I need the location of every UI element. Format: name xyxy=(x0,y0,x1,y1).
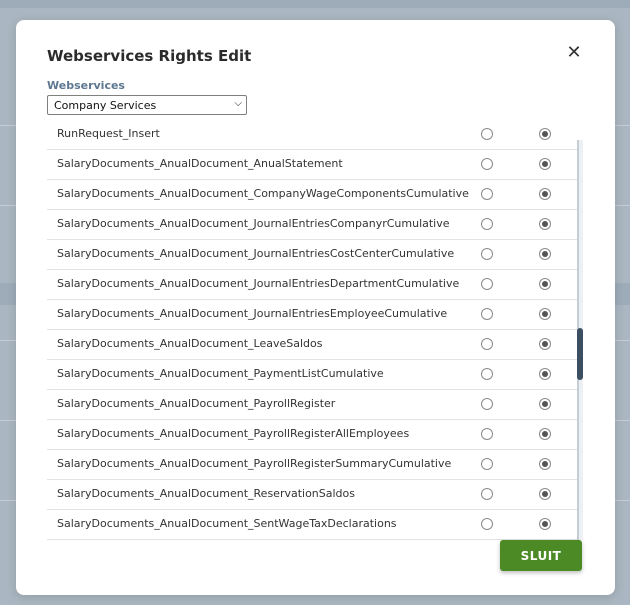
rights-list[interactable]: RunRequest_Insert SalaryDocuments_AnualDo… xyxy=(47,128,577,543)
list-item-label: SalaryDocuments_AnualDocument_Reservatio… xyxy=(57,487,356,500)
radio-option-2[interactable] xyxy=(539,188,551,200)
scrollbar-thumb[interactable] xyxy=(577,328,583,380)
radio-option-2[interactable] xyxy=(539,368,551,380)
list-item: SalaryDocuments_AnualDocument_SentWageTa… xyxy=(47,510,577,540)
list-item-label: SalaryDocuments_AnualDocument_JournalEnt… xyxy=(57,217,450,230)
list-item-label: SalaryDocuments_AnualDocument_JournalEnt… xyxy=(57,247,455,260)
radio-option-2[interactable] xyxy=(539,458,551,470)
radio-option-2[interactable] xyxy=(539,218,551,230)
list-item: SalaryDocuments_AnualDocument_Reservatio… xyxy=(47,480,577,510)
list-item-label: SalaryDocuments_AnualDocument_JournalEnt… xyxy=(57,277,460,290)
list-item-label: SalaryDocuments_AnualDocument_PayrollReg… xyxy=(57,457,452,470)
radio-option-1[interactable] xyxy=(481,428,493,440)
list-item-label: RunRequest_Insert xyxy=(57,128,160,140)
radio-option-2[interactable] xyxy=(539,248,551,260)
webservices-select-value: Company Services xyxy=(54,98,157,112)
webservices-label: Webservices xyxy=(47,79,125,92)
list-item-label: SalaryDocuments_AnualDocument_LeaveSaldo… xyxy=(57,337,323,350)
radio-option-1[interactable] xyxy=(481,248,493,260)
radio-option-1[interactable] xyxy=(481,128,493,140)
radio-option-1[interactable] xyxy=(481,398,493,410)
background-header-band xyxy=(0,0,630,8)
list-item: SalaryDocuments_AnualDocument_JournalEnt… xyxy=(47,270,577,300)
radio-option-2[interactable] xyxy=(539,308,551,320)
radio-option-1[interactable] xyxy=(481,518,493,530)
list-item: SalaryDocuments_AnualDocument_PayrollReg… xyxy=(47,390,577,420)
dialog-title: Webservices Rights Edit xyxy=(47,47,252,65)
radio-option-2[interactable] xyxy=(539,158,551,170)
radio-option-1[interactable] xyxy=(481,158,493,170)
list-item-label: SalaryDocuments_AnualDocument_PayrollReg… xyxy=(57,397,336,410)
close-icon[interactable]: ✕ xyxy=(566,42,581,63)
list-item: SalaryDocuments_AnualDocument_PayrollReg… xyxy=(47,450,577,480)
list-item-label: SalaryDocuments_AnualDocument_SentWageTa… xyxy=(57,517,397,530)
radio-option-1[interactable] xyxy=(481,308,493,320)
radio-option-1[interactable] xyxy=(481,278,493,290)
list-item: SalaryDocuments_AnualDocument_PayrollReg… xyxy=(47,420,577,450)
radio-option-2[interactable] xyxy=(539,128,551,140)
radio-option-1[interactable] xyxy=(481,368,493,380)
list-item: SalaryDocuments_AnualDocument_PaymentLis… xyxy=(47,360,577,390)
radio-option-1[interactable] xyxy=(481,458,493,470)
list-item: SalaryDocuments_AnualDocument_CompanyWag… xyxy=(47,180,577,210)
radio-option-2[interactable] xyxy=(539,488,551,500)
list-item: SalaryDocuments_AnualDocument_AnualState… xyxy=(47,150,577,180)
radio-option-2[interactable] xyxy=(539,338,551,350)
list-item: RunRequest_Insert xyxy=(47,128,577,150)
list-item: SalaryDocuments_AnualDocument_JournalEnt… xyxy=(47,300,577,330)
radio-option-2[interactable] xyxy=(539,428,551,440)
radio-option-2[interactable] xyxy=(539,278,551,290)
list-item: SalaryDocuments_AnualDocument_LeaveSaldo… xyxy=(47,330,577,360)
list-item: SalaryDocuments_AnualDocument_JournalEnt… xyxy=(47,210,577,240)
radio-option-1[interactable] xyxy=(481,488,493,500)
list-item: SalaryDocuments_AnualDocument_JournalEnt… xyxy=(47,240,577,270)
radio-option-1[interactable] xyxy=(481,338,493,350)
webservices-select[interactable]: Company Services ⌵ xyxy=(47,95,247,115)
close-button[interactable]: ✕ xyxy=(564,42,584,63)
list-item-label: SalaryDocuments_AnualDocument_PaymentLis… xyxy=(57,367,384,380)
webservices-rights-dialog: Webservices Rights Edit ✕ Webservices Co… xyxy=(16,20,615,595)
list-item-label: SalaryDocuments_AnualDocument_PayrollReg… xyxy=(57,427,410,440)
chevron-down-icon: ⌵ xyxy=(234,98,242,109)
sluit-button[interactable]: SLUIT xyxy=(500,540,582,571)
list-item-label: SalaryDocuments_AnualDocument_AnualState… xyxy=(57,157,343,170)
radio-option-1[interactable] xyxy=(481,218,493,230)
list-item-label: SalaryDocuments_AnualDocument_CompanyWag… xyxy=(57,187,469,200)
radio-option-2[interactable] xyxy=(539,518,551,530)
list-item-label: SalaryDocuments_AnualDocument_JournalEnt… xyxy=(57,307,448,320)
radio-option-2[interactable] xyxy=(539,398,551,410)
radio-option-1[interactable] xyxy=(481,188,493,200)
